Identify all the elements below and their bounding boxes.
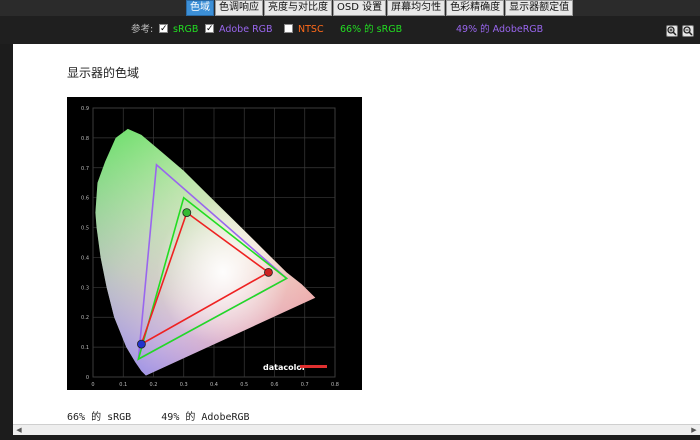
tab-monitor-rating[interactable]: 显示器额定值 [505,0,574,16]
primary-point-3 [137,339,146,349]
datacolor-logo: datacolor [263,363,306,372]
x-tick-label: 0.2 [150,382,158,388]
primary-point-2 [182,208,192,218]
x-tick-label: 0.6 [271,382,279,388]
y-tick-label: 0.6 [81,196,89,202]
y-tick-label: 0.3 [81,285,89,291]
coverage-caption: 66% 的 sRGB 49% 的 AdobeRGB [67,412,250,423]
tab-tone-response[interactable]: 色调响应 [215,0,263,16]
srgb-label: sRGB [173,24,199,35]
y-tick-label: 0.2 [81,315,89,321]
tab-color-accuracy[interactable]: 色彩精确度 [446,0,505,16]
cie-gamut-chart: 0 0.1 0.2 0.3 0.4 0.5 0.6 0.7 0.8 0 0.1 0.2 0.3 0.4 0.… [67,97,362,390]
tab-screen-uniformity[interactable]: 屏幕均匀性 [387,0,446,16]
y-tick-label: 0 [86,375,89,381]
scroll-left-icon[interactable]: ◀ [15,426,23,434]
adobe-rgb-label: Adobe RGB [219,24,273,35]
adobe-rgb-coverage: 49% 的 AdobeRGB [456,24,544,35]
x-tick-label: 0.8 [331,382,339,388]
datacolor-logo-bar [300,365,327,368]
tab-bar: 色域 色调响应 亮度与对比度 OSD 设置 屏幕均匀性 色彩精确度 显示器额定值 [0,0,700,16]
left-border [0,44,13,435]
bottom-border [0,435,700,440]
y-tick-label: 0.4 [81,255,89,261]
x-tick-label: 0.5 [240,382,248,388]
x-tick-label: 0.7 [301,382,309,388]
reference-label: 参考: [131,24,154,35]
page-title: 显示器的色域 [67,66,140,80]
primary-point-1 [264,267,273,277]
x-tick-label: 0.4 [210,382,218,388]
srgb-checkbox[interactable]: ✓ [159,24,168,34]
reference-toolbar: 参考: ✓ sRGB ✓ Adobe RGB NTSC 66% 的 sRGB 4… [0,16,700,44]
ntsc-checkbox[interactable] [284,24,293,33]
x-tick-label: 0.1 [119,382,127,388]
x-tick-label: 0 [91,382,94,388]
y-tick-label: 0.9 [81,106,89,112]
zoom-in-icon[interactable] [666,25,678,37]
report-panel: 显示器的色域 0 0.1 0.2 0.3 0.4 0.5 0.6 0.7 0.8… [13,44,700,424]
white-point-glow [95,128,316,376]
tab-color-gamut[interactable]: 色域 [186,0,214,16]
horizontal-scrollbar[interactable]: ◀ ▶ [13,424,700,435]
tab-list: 色域 色调响应 亮度与对比度 OSD 设置 屏幕均匀性 色彩精确度 显示器额定值 [186,0,574,16]
ntsc-label: NTSC [298,24,324,35]
y-tick-label: 0.7 [81,166,89,172]
adobe-rgb-checkbox[interactable]: ✓ [205,24,214,34]
y-tick-label: 0.5 [81,226,89,232]
y-tick-label: 0.1 [81,345,89,351]
x-tick-label: 0.3 [180,382,188,388]
y-tick-label: 0.8 [81,136,89,142]
tab-osd-settings[interactable]: OSD 设置 [333,0,387,16]
gamut-chart-svg: 0 0.1 0.2 0.3 0.4 0.5 0.6 0.7 0.8 0 0.1 0.2 0.3 0.4 0.… [81,106,339,388]
scroll-right-icon[interactable]: ▶ [690,426,698,434]
tab-brightness-contrast[interactable]: 亮度与对比度 [264,0,332,16]
srgb-coverage: 66% 的 sRGB [340,24,403,35]
zoom-out-icon[interactable] [682,25,694,37]
